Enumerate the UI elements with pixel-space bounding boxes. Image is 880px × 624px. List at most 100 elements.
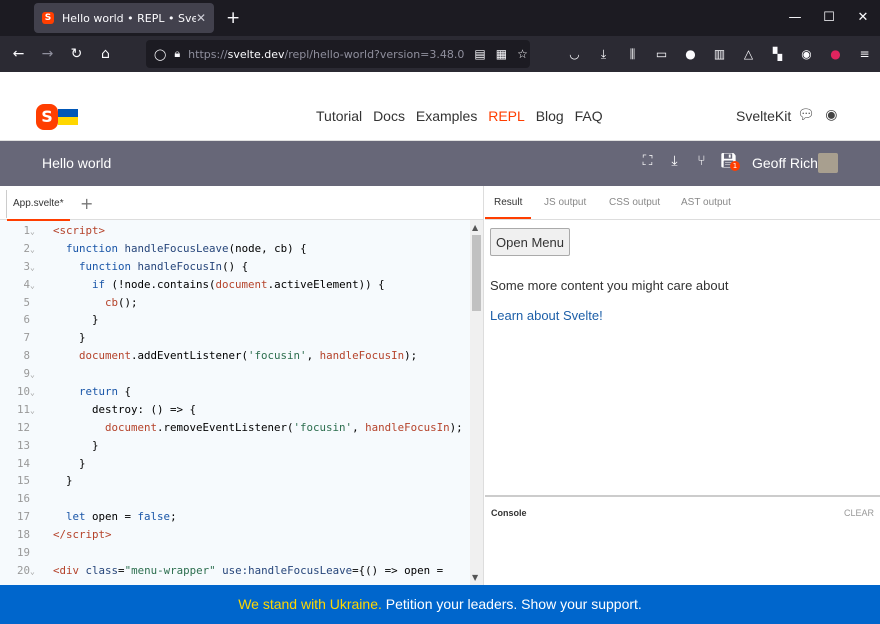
user-name[interactable]: Geoff Rich [752, 155, 818, 171]
tab-close-icon[interactable]: ✕ [196, 11, 206, 25]
vercel-icon[interactable]: △ [734, 47, 763, 61]
browser-toolbar: ← → ↻ ⌂ ◯ 🔒︎ https://svelte.dev/repl/hel… [0, 36, 880, 72]
tab-ast-output[interactable]: AST output [681, 197, 731, 208]
scroll-thumb[interactable] [472, 235, 481, 311]
line-number: 6 [23, 313, 30, 327]
code-line[interactable]: 5 cb(); [0, 294, 470, 312]
code-line[interactable]: 15 } [0, 472, 470, 490]
code-line[interactable]: 6 } [0, 311, 470, 329]
save-icon[interactable]: 💾︎ 1 [715, 153, 742, 171]
back-icon[interactable]: ← [4, 46, 33, 62]
reload-icon[interactable]: ↻ [62, 46, 91, 62]
file-tabs: App.svelte* + [0, 186, 483, 221]
code-line[interactable]: 4⌄ if (!node.contains(document.activeEle… [0, 276, 470, 294]
nav-link-sveltekit[interactable]: SvelteKit [736, 108, 791, 124]
code-line[interactable]: 2⌄ function handleFocusLeave(node, cb) { [0, 240, 470, 258]
forward-icon[interactable]: → [33, 46, 62, 62]
code-editor-pane: App.svelte* + 1⌄ <script> 2⌄ function hand… [0, 186, 484, 585]
lock-icon[interactable]: 🔒︎ [174, 47, 180, 61]
download-zip-icon[interactable]: ⤓ [661, 153, 688, 169]
nav-link-faq[interactable]: FAQ [575, 108, 603, 124]
shield-icon[interactable]: ◯ [154, 48, 166, 61]
fold-chevron-icon[interactable]: ⌄ [30, 223, 40, 241]
fold-chevron-icon[interactable]: ⌄ [30, 366, 40, 384]
ukraine-banner[interactable]: We stand with Ukraine. Petition your lea… [0, 585, 880, 624]
fold-chevron-icon[interactable]: ⌄ [30, 563, 40, 581]
maximize-icon[interactable]: ☐ [812, 0, 846, 36]
line-number: 8 [23, 349, 30, 363]
file-tab-app-svelte[interactable]: App.svelte* [6, 190, 70, 221]
code-line[interactable]: 8 document.addEventListener('focusin', h… [0, 347, 470, 365]
avatar[interactable] [818, 153, 838, 173]
tracker-icon[interactable]: ▥ [705, 47, 734, 61]
code-line[interactable]: 19 [0, 544, 470, 562]
code-line[interactable]: 16 [0, 490, 470, 508]
code-area[interactable]: 1⌄ <script> 2⌄ function handleFocusLeave(n… [0, 222, 470, 585]
code-line[interactable]: 12 document.removeEventListener('focusin… [0, 419, 470, 437]
nav-link-blog[interactable]: Blog [536, 108, 564, 124]
sidebar-icon[interactable]: ▭ [647, 47, 676, 61]
banner-text[interactable]: Petition your leaders. Show your support… [382, 596, 642, 612]
code-line[interactable]: 20⌄ <div class="menu-wrapper" use:handleF… [0, 562, 470, 580]
code-line[interactable]: 10⌄ return { [0, 383, 470, 401]
code-line[interactable]: 14 } [0, 455, 470, 473]
scroll-up-icon[interactable]: ▲ [472, 223, 478, 232]
nav-link-docs[interactable]: Docs [373, 108, 405, 124]
tab-css-output[interactable]: CSS output [609, 197, 660, 208]
editor-scrollbar[interactable]: ▲ ▼ [470, 220, 483, 585]
banner-highlight[interactable]: We stand with Ukraine. [238, 596, 382, 612]
onepassword-icon[interactable]: ◉ [792, 47, 821, 61]
tab-js-output[interactable]: JS output [544, 197, 586, 208]
fold-chevron-icon[interactable]: ⌄ [30, 241, 40, 259]
grammarly-icon[interactable]: ● [676, 47, 705, 61]
chat-icon[interactable]: 💬︎ [797, 107, 815, 123]
extension-icon[interactable]: ▚ [763, 47, 792, 61]
fold-chevron-icon[interactable]: ⌄ [30, 402, 40, 420]
library-icon[interactable]: ⫼ [618, 47, 647, 62]
add-file-button[interactable]: + [80, 194, 93, 213]
pocket-icon[interactable]: ◡ [560, 47, 589, 61]
fold-chevron-icon[interactable]: ⌄ [30, 259, 40, 277]
fork-icon[interactable]: ⑂ [688, 153, 715, 169]
browser-tab[interactable]: S Hello world • REPL • Svelte ✕ [34, 3, 214, 33]
nav-link-examples[interactable]: Examples [416, 108, 477, 124]
repl-name[interactable]: Hello world [42, 155, 111, 171]
line-number: 13 [16, 438, 30, 452]
nav-link-repl[interactable]: REPL [488, 108, 525, 124]
browser-tab-strip: S Hello world • REPL • Svelte ✕ + — ☐ ✕ [0, 0, 880, 36]
code-line[interactable]: 11⌄ destroy: () => { [0, 401, 470, 419]
github-icon[interactable]: ◉ [825, 107, 837, 123]
new-tab-button[interactable]: + [226, 8, 240, 28]
download-icon[interactable]: ⤓ [589, 47, 618, 62]
code-text: </script> [53, 528, 112, 542]
fullscreen-icon[interactable]: ⛶ [634, 153, 661, 169]
code-line[interactable]: 9⌄ [0, 365, 470, 383]
code-line[interactable]: 3⌄ function handleFocusIn() { [0, 258, 470, 276]
home-icon[interactable]: ⌂ [91, 46, 120, 62]
adblock-icon[interactable]: ● [821, 47, 850, 61]
bookmark-star-icon[interactable]: ☆ [517, 47, 528, 61]
learn-svelte-link[interactable]: Learn about Svelte! [490, 308, 603, 323]
window-controls: — ☐ ✕ [778, 0, 880, 36]
code-text: function handleFocusLeave(node, cb) { [66, 241, 307, 255]
code-text: let open = false; [66, 510, 177, 524]
code-line[interactable]: 17 let open = false; [0, 508, 470, 526]
tab-result[interactable]: Result [494, 197, 522, 208]
svelte-logo[interactable]: S [36, 104, 78, 130]
code-line[interactable]: 18 </script> [0, 526, 470, 544]
code-line[interactable]: 1⌄ <script> [0, 222, 470, 240]
code-line[interactable]: 7 } [0, 329, 470, 347]
reader-view-icon[interactable]: ▤ [474, 47, 485, 61]
code-line[interactable]: 13 } [0, 437, 470, 455]
open-menu-button[interactable]: Open Menu [490, 228, 570, 256]
minimize-icon[interactable]: — [778, 0, 812, 36]
fold-chevron-icon[interactable]: ⌄ [30, 277, 40, 295]
url-bar[interactable]: ◯ 🔒︎ https://svelte.dev/repl/hello-world… [146, 40, 530, 68]
window-close-icon[interactable]: ✕ [846, 0, 880, 36]
extensions-grid-icon[interactable]: ▦ [496, 47, 507, 61]
scroll-down-icon[interactable]: ▼ [472, 573, 478, 582]
console-clear-button[interactable]: CLEAR [844, 508, 874, 518]
nav-link-tutorial[interactable]: Tutorial [316, 108, 362, 124]
menu-icon[interactable]: ≡ [850, 47, 879, 61]
fold-chevron-icon[interactable]: ⌄ [30, 384, 40, 402]
